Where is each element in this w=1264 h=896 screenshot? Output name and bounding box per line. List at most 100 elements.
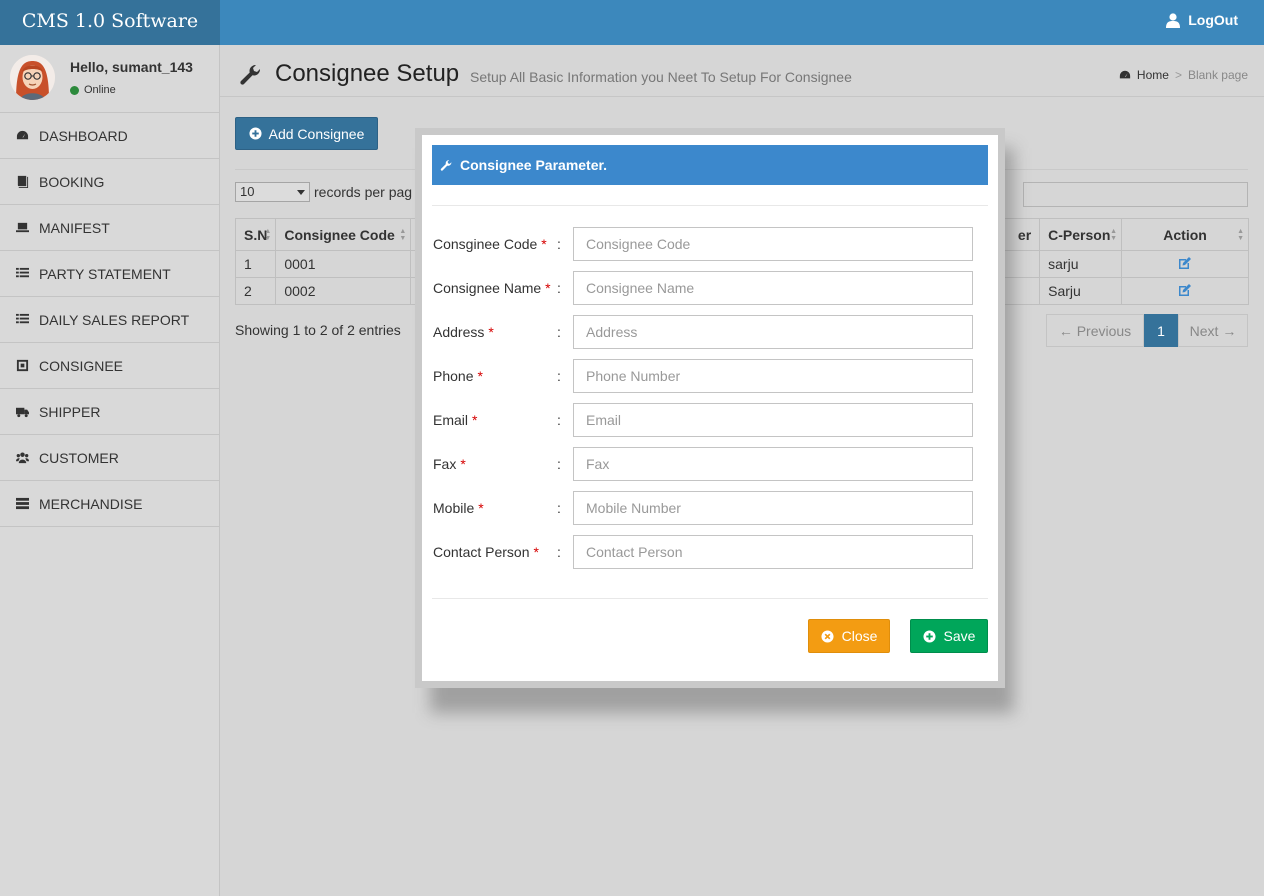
sidebar-item-label: MANIFEST: [39, 219, 110, 236]
modal-divider: [432, 205, 988, 206]
sidebar-item-label: DASHBOARD: [39, 127, 128, 144]
truck-icon: [15, 405, 29, 419]
sidebar-item-daily-sales-report[interactable]: DAILY SALES REPORT: [0, 297, 219, 343]
user-greeting: Hello, sumant_143: [70, 59, 193, 75]
cell-action: [1121, 250, 1249, 278]
book-icon: [15, 175, 29, 189]
save-button[interactable]: Save: [910, 619, 988, 653]
field-colon: :: [557, 544, 561, 560]
form-row-fax: Fax * :: [433, 447, 973, 481]
user-icon: [1166, 12, 1181, 28]
breadcrumb-current: Blank page: [1187, 68, 1248, 82]
laptop-icon: [15, 221, 29, 235]
square-icon: [15, 359, 29, 373]
sidebar-item-merchandise[interactable]: MERCHANDISE: [0, 481, 219, 527]
mobile-input[interactable]: [573, 491, 973, 525]
user-panel: Hello, sumant_143 Online: [0, 45, 219, 113]
breadcrumb-separator: >: [1174, 68, 1182, 82]
pagination: ← Previous 1 Next →: [1046, 314, 1248, 347]
fax-input[interactable]: [573, 447, 973, 481]
breadcrumb-home[interactable]: Home: [1119, 68, 1169, 82]
records-per-page-select[interactable]: 10: [235, 182, 310, 202]
field-label: Contact Person *: [433, 544, 539, 560]
consignee-code-input[interactable]: [573, 227, 973, 261]
sort-icon: ▲ ▼: [1110, 228, 1118, 242]
form-row-address: Address * :: [433, 315, 973, 349]
field-label: Phone *: [433, 368, 483, 384]
field-label: Email *: [433, 412, 478, 428]
add-consignee-label: Add Consignee: [268, 125, 365, 142]
caret-down-icon: [297, 190, 305, 195]
sidebar-item-consignee[interactable]: CONSIGNEE: [0, 343, 219, 389]
pagination-page-1[interactable]: 1: [1144, 314, 1178, 347]
column-header-sn[interactable]: S.N ▲ ▼: [234, 218, 277, 251]
logout-label: LogOut: [1188, 12, 1238, 28]
address-input[interactable]: [573, 315, 973, 349]
modal-header: Consignee Parameter.: [432, 145, 988, 185]
column-header-action[interactable]: Action ▲ ▼: [1121, 218, 1249, 251]
plus-circle-icon: [249, 127, 262, 140]
field-label: Address *: [433, 324, 494, 340]
page-title: Consignee Setup: [275, 60, 460, 87]
sort-icon: ▲ ▼: [399, 228, 407, 242]
sidebar-item-customer[interactable]: CUSTOMER: [0, 435, 219, 481]
dashboard-icon: [15, 129, 29, 143]
app-logo[interactable]: CMS 1.0 Software: [0, 0, 220, 45]
consignee-name-input[interactable]: [573, 271, 973, 305]
sidebar-item-dashboard[interactable]: DASHBOARD: [0, 113, 219, 159]
list-icon: [15, 267, 29, 281]
field-colon: :: [557, 280, 561, 296]
edit-icon[interactable]: [1178, 283, 1192, 297]
avatar: [10, 55, 55, 100]
list-icon: [15, 313, 29, 327]
save-button-label: Save: [943, 628, 976, 644]
records-per-page-label: records per pag: [314, 184, 413, 200]
breadcrumb: Home > Blank page: [1119, 68, 1248, 82]
contact-person-input[interactable]: [573, 535, 973, 569]
sidebar-item-label: CONSIGNEE: [39, 357, 124, 374]
cell-contact-person: sarju: [1039, 250, 1123, 278]
server-icon: [15, 497, 29, 511]
field-colon: :: [557, 412, 561, 428]
cell-code: 0001: [275, 250, 412, 278]
sidebar-item-booking[interactable]: BOOKING: [0, 159, 219, 205]
sidebar-item-label: BOOKING: [39, 173, 105, 190]
logout-button[interactable]: LogOut: [1166, 12, 1238, 28]
column-header-contact-person[interactable]: C-Person ▲ ▼: [1039, 218, 1123, 251]
cell-sn: 1: [234, 250, 277, 278]
field-label: Consignee Name *: [433, 280, 551, 296]
cell-sn: 2: [234, 277, 277, 305]
form-row-phone: Phone * :: [433, 359, 973, 393]
close-button-label: Close: [841, 628, 878, 644]
edit-icon[interactable]: [1178, 256, 1192, 270]
cell-contact-person: Sarju: [1039, 277, 1123, 305]
sidebar-item-label: SHIPPER: [39, 403, 101, 420]
field-colon: :: [557, 236, 561, 252]
wrench-icon: [440, 159, 452, 171]
pagination-previous[interactable]: ← Previous: [1046, 314, 1144, 347]
records-per-page-value: 10: [240, 184, 255, 199]
field-colon: :: [557, 500, 561, 516]
sidebar-item-party-statement[interactable]: PARTY STATEMENT: [0, 251, 219, 297]
email-input[interactable]: [573, 403, 973, 437]
sidebar-item-label: CUSTOMER: [39, 449, 119, 466]
sidebar-item-label: MERCHANDISE: [39, 495, 143, 512]
table-search-input[interactable]: [1023, 182, 1248, 207]
form-row-contact-person: Contact Person * :: [433, 535, 973, 569]
phone-input[interactable]: [573, 359, 973, 393]
plus-circle-icon: [922, 629, 936, 643]
sidebar-item-label: DAILY SALES REPORT: [39, 311, 190, 328]
wrench-icon: [240, 64, 261, 85]
pagination-next[interactable]: Next →: [1178, 314, 1248, 347]
sort-icon: ▲ ▼: [264, 228, 272, 242]
column-header-code[interactable]: Consignee Code ▲ ▼: [275, 218, 412, 251]
sidebar-item-shipper[interactable]: SHIPPER: [0, 389, 219, 435]
field-colon: :: [557, 456, 561, 472]
page-subtitle: Setup All Basic Information you Neet To …: [470, 69, 852, 85]
content-header: Consignee Setup Setup All Basic Informat…: [220, 45, 1264, 97]
close-button[interactable]: Close: [808, 619, 890, 653]
form-row-code: Consginee Code * :: [433, 227, 973, 261]
consignee-modal: Consignee Parameter. Consginee Code * : C…: [422, 135, 998, 681]
add-consignee-button[interactable]: Add Consignee: [235, 117, 378, 150]
sidebar-item-manifest[interactable]: MANIFEST: [0, 205, 219, 251]
